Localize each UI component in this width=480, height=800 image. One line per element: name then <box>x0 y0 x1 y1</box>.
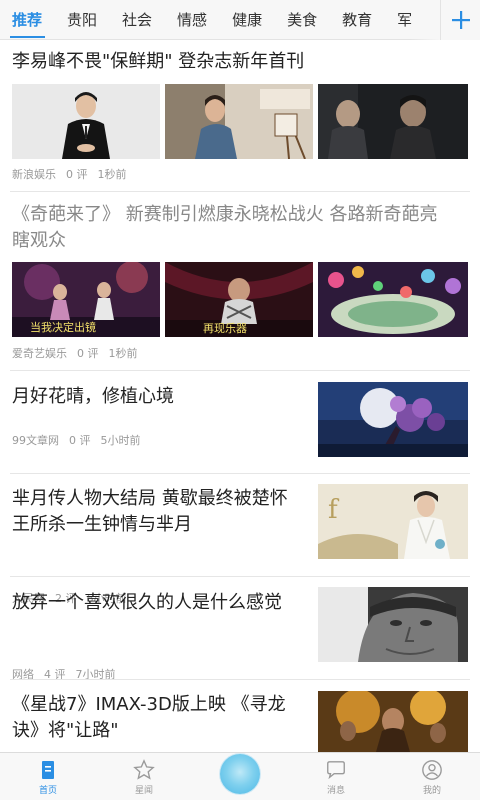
nav-messages[interactable]: 消息 <box>288 753 384 800</box>
article-image <box>165 84 313 159</box>
article-meta: 99文章网 0 评 5小时前 <box>12 432 141 448</box>
article-title: 李易峰不畏"保鲜期" 登杂志新年首刊 <box>12 51 305 72</box>
nav-starnews-label: 星闻 <box>134 786 153 796</box>
article-comments: 0 评 <box>77 347 99 360</box>
article-image: 当我决定出镜 <box>12 262 160 337</box>
article-comments: 0 评 <box>69 434 91 447</box>
home-icon <box>42 761 54 779</box>
article-card[interactable]: 芈月传人物大结局 黄歇最终被楚怀 王所杀一生钟情与芈月 f 人民网 2 评 6小… <box>0 474 480 605</box>
article-image <box>318 84 468 159</box>
article-image <box>318 691 468 752</box>
article-image <box>12 84 160 159</box>
article-card[interactable]: 月好花晴，修植心境 99文章网 0 评 5小时前 <box>0 371 480 473</box>
article-title-line1: 《奇葩来了》 新赛制引燃康永晓松战火 各路新奇葩亮 <box>12 204 438 225</box>
tab-food[interactable]: 美食 <box>275 0 330 40</box>
tab-fade-overlay <box>410 0 440 40</box>
article-image: f <box>318 484 468 559</box>
article-time: 5小时前 <box>100 434 141 447</box>
article-image: 再现乐器 <box>165 262 313 337</box>
article-image <box>318 262 468 337</box>
article-source: 99文章网 <box>12 434 59 447</box>
tab-guiyang[interactable]: 贵阳 <box>55 0 110 40</box>
category-tab-bar: 推荐 贵阳 社会 情感 健康 美食 教育 军 <box>0 0 480 40</box>
tab-recommend[interactable]: 推荐 <box>0 0 55 40</box>
star-icon <box>133 759 155 780</box>
article-meta: 爱奇艺娱乐 0 评 1秒前 <box>12 345 138 361</box>
nav-messages-label: 消息 <box>326 786 345 796</box>
article-time: 1秒前 <box>108 347 138 360</box>
category-tabs: 推荐 贵阳 社会 情感 健康 美食 教育 军 <box>0 0 440 40</box>
article-card[interactable]: 《星战7》IMAX-3D版上映 《寻龙 诀》将"让路" <box>0 680 480 752</box>
tab-health[interactable]: 健康 <box>220 0 275 40</box>
article-comments: 0 评 <box>66 168 88 181</box>
nav-home-label: 首页 <box>38 786 57 796</box>
message-icon <box>327 761 345 780</box>
article-title-line1: 《星战7》IMAX-3D版上映 《寻龙 <box>12 694 286 715</box>
article-source: 新浪娱乐 <box>12 168 56 181</box>
article-card[interactable]: 李易峰不畏"保鲜期" 登杂志新年首刊 新浪娱乐 0 评 1秒前 <box>0 41 480 191</box>
article-title-line2: 诀》将"让路" <box>12 720 119 741</box>
article-title: 放弃一个喜欢很久的人是什么感觉 <box>12 592 282 613</box>
nav-profile[interactable]: 我的 <box>384 753 480 800</box>
add-channel-button[interactable] <box>440 0 480 40</box>
profile-icon <box>422 760 442 780</box>
image-caption: 当我决定出镜 <box>30 320 96 334</box>
article-time: 1秒前 <box>97 168 127 181</box>
article-source: 爱奇艺娱乐 <box>12 347 67 360</box>
image-caption: 再现乐器 <box>203 322 247 335</box>
news-feed[interactable]: 李易峰不畏"保鲜期" 登杂志新年首刊 新浪娱乐 0 评 1秒前 《奇葩来了》 新… <box>0 41 480 752</box>
article-title: 月好花晴，修植心境 <box>12 386 174 407</box>
article-card[interactable]: 《奇葩来了》 新赛制引燃康永晓松战火 各路新奇葩亮 瞎观众 当我决定出镜 再现乐… <box>0 192 480 370</box>
nav-profile-label: 我的 <box>422 786 441 796</box>
tab-education[interactable]: 教育 <box>330 0 385 40</box>
bottom-navigation: 首页 星闻 消息 我的 <box>0 752 480 800</box>
article-card[interactable]: 放弃一个喜欢很久的人是什么感觉 网络 4 评 7小时前 <box>0 577 480 681</box>
article-title-line1: 芈月传人物大结局 黄歇最终被楚怀 <box>12 488 288 509</box>
nav-center[interactable] <box>192 753 288 800</box>
article-title-line2: 瞎观众 <box>12 230 66 251</box>
tab-emotion[interactable]: 情感 <box>165 0 220 40</box>
center-orb-icon <box>220 754 260 794</box>
article-image <box>318 587 468 662</box>
nav-starnews[interactable]: 星闻 <box>96 753 192 800</box>
article-meta: 新浪娱乐 0 评 1秒前 <box>12 166 127 182</box>
article-image <box>318 382 468 457</box>
nav-home[interactable]: 首页 <box>0 753 96 800</box>
tab-society[interactable]: 社会 <box>110 0 165 40</box>
article-title-line2: 王所杀一生钟情与芈月 <box>12 514 192 535</box>
plus-icon <box>451 11 470 29</box>
